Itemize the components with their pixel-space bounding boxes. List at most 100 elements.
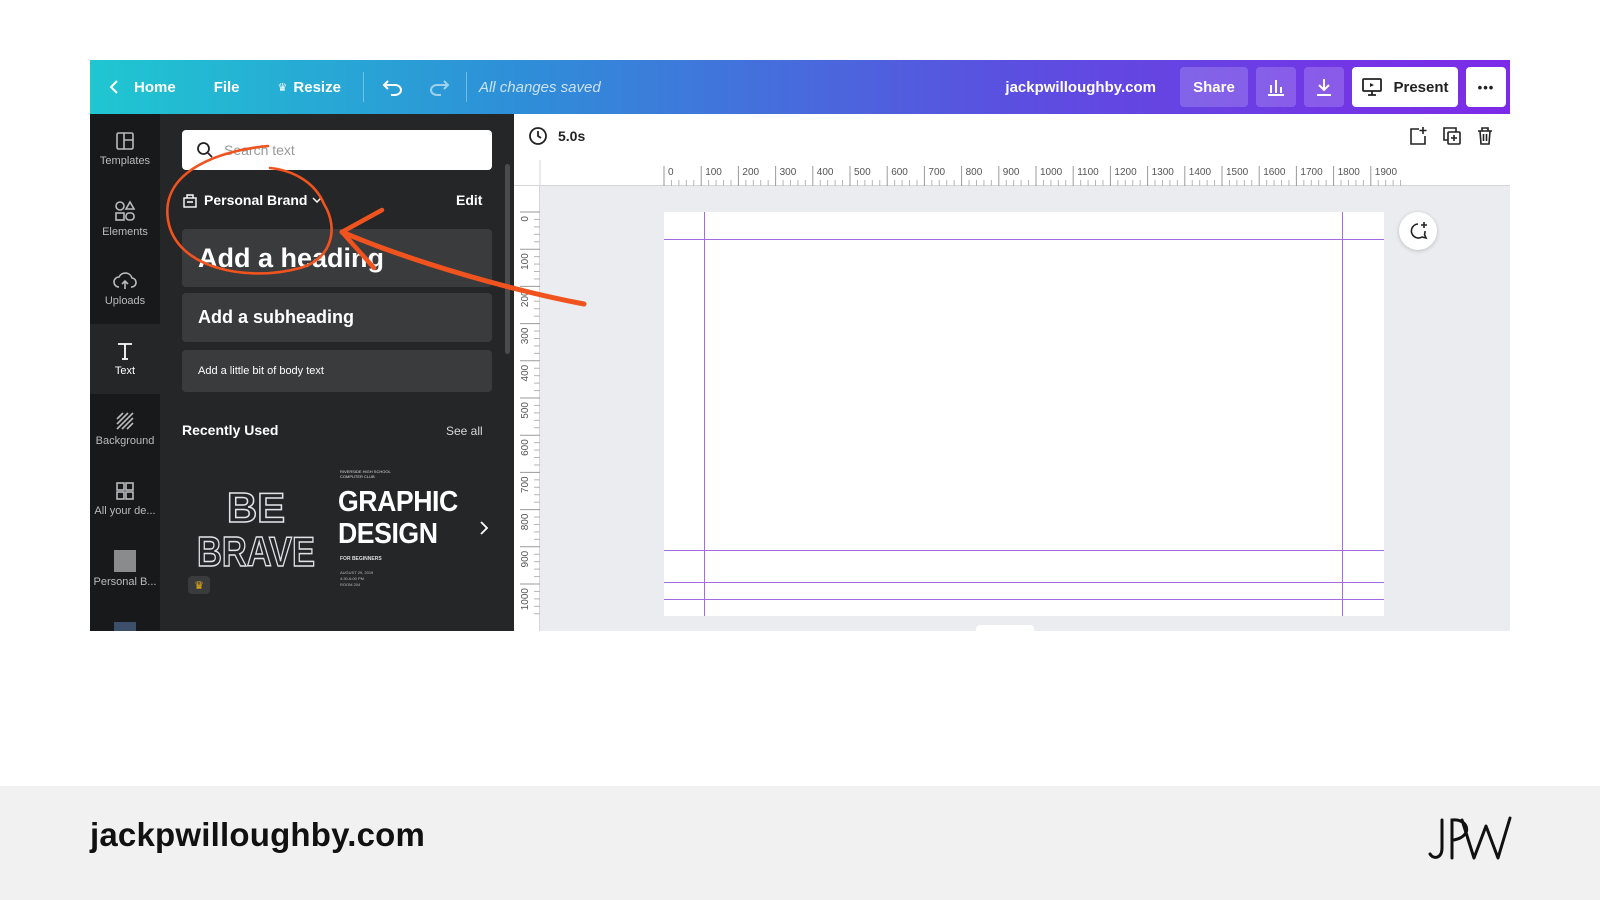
background-icon [116,412,134,430]
duration-label: 5.0s [558,128,586,144]
present-icon [1362,78,1383,96]
ruler-label: 500 [520,402,531,419]
see-all-link[interactable]: See all [446,424,483,438]
template-subtitle: FOR BEGINNERS [340,556,382,562]
slide-footer: jackpwilloughby.com [0,786,1600,900]
ruler-label: 1000 [520,588,531,611]
file-label: File [213,78,240,96]
ruler-label: 700 [520,476,531,493]
more-button[interactable]: ••• [1466,67,1506,107]
side-nav: Templates Elements Uploads Text Backgrou… [90,114,160,631]
redo-button[interactable] [428,60,450,114]
present-label: Present [1393,78,1449,96]
add-page-button[interactable] [1408,126,1428,151]
ruler-label: 0 [520,216,531,222]
ruler-label: 1600 [1263,167,1286,178]
home-label: Home [134,78,176,96]
ruler-label: 400 [520,364,531,381]
share-button[interactable]: Share [1180,67,1248,107]
edit-brand-button[interactable]: Edit [456,188,482,212]
recent-next-button[interactable] [476,516,492,540]
guide-line [1342,212,1343,616]
nav-text[interactable]: Text [90,324,160,394]
template-date: AUGUST 29, 2019 [340,570,374,575]
nav-label: Text [114,365,136,377]
guide-line [664,239,1384,240]
timing-button[interactable]: 5.0s [528,126,585,146]
nav-label: All your de... [94,505,156,517]
add-body-text-button[interactable]: Add a little bit of body text [182,350,492,392]
ruler-label: 1400 [1189,167,1212,178]
design-title[interactable]: jackpwilloughby.com [1005,60,1156,114]
add-subheading-button[interactable]: Add a subheading [182,293,492,342]
divider [362,72,364,102]
guide-line [704,212,705,616]
design-canvas[interactable] [664,212,1384,616]
duplicate-page-button[interactable] [1442,126,1462,151]
ruler-label: 1000 [1040,167,1063,178]
footer-website: jackpwilloughby.com [90,816,426,853]
uploads-icon [113,272,137,289]
panel-scrollbar[interactable] [505,164,510,354]
ruler-label: 200 [520,290,531,307]
text-icon [118,343,132,360]
templates-icon [116,132,134,150]
add-page-icon [1410,127,1427,145]
chevron-left-icon [109,80,118,94]
add-comment-button[interactable] [1399,212,1437,250]
ruler-label: 300 [520,327,531,344]
guide-line [664,599,1384,600]
ruler-horizontal[interactable]: 0 100 200 300 400 500 600 700 800 900 1000 1100 1200… [514,160,1510,186]
search-input[interactable] [224,142,474,158]
nav-label: Templates [99,155,151,167]
search-box[interactable] [182,130,492,170]
duplicate-icon [1443,127,1461,145]
nav-background[interactable]: Background [90,394,160,464]
editor-area: 5.0s 0 100 200 300 400 500 600 700 800 900 1000 110… [514,114,1510,631]
brand-kit-selector[interactable]: Personal Brand [182,188,323,212]
ruler-label: 500 [854,167,871,178]
text-panel: Personal Brand Edit Add a heading Add a … [160,114,514,631]
slide: Home File ♛ Resize All changes saved jac… [0,0,1600,900]
recent-template-graphic-design[interactable]: RIVERSIDE HIGH SCHOOL COMPUTER CLUB GRAP… [338,464,458,594]
ruler-horizontal-scale: 0 100 200 300 400 500 600 700 800 900 1000 1100 1200… [539,160,1402,186]
nav-label: Personal B... [93,576,157,588]
top-bar: Home File ♛ Resize All changes saved jac… [90,60,1510,114]
nav-personal-brand[interactable]: Personal B... [90,534,160,604]
home-button[interactable]: Home [108,60,176,114]
ruler-label: 700 [928,167,945,178]
ruler-label: 800 [966,167,983,178]
ruler-vertical[interactable]: 0 100 200 300 400 500 600 700 800 900 1000 [514,186,540,631]
ruler-label: 100 [705,167,722,178]
jpw-logo-mark [1428,816,1512,860]
save-status: All changes saved [478,78,601,96]
canva-editor-window: Home File ♛ Resize All changes saved jac… [90,60,1510,631]
delete-page-button[interactable] [1476,126,1494,151]
ruler-label: 0 [668,167,674,178]
recent-template-be-brave[interactable]: BE BRAVE ♛ [182,464,332,594]
ruler-label: 600 [520,439,531,456]
download-button[interactable] [1304,67,1344,107]
nav-label: Uploads [104,295,146,307]
be-brave-preview: BE BRAVE [196,483,316,576]
nav-uploads[interactable]: Uploads [90,254,160,324]
add-heading-button[interactable]: Add a heading [182,229,492,287]
more-icon: ••• [1477,79,1495,95]
nav-all-designs[interactable]: All your de... [90,464,160,534]
canvas-scroll-indicator[interactable] [976,625,1034,631]
nav-elements[interactable]: Elements [90,184,160,254]
redo-icon [429,80,450,96]
ruler-label: 800 [520,513,531,530]
clock-icon [529,127,547,145]
undo-button[interactable] [382,60,404,114]
editor-toolbar: 5.0s [514,114,1510,160]
nav-label: Background [95,435,155,447]
ruler-label: 1900 [1375,167,1398,178]
present-button[interactable]: Present [1352,67,1458,107]
resize-button[interactable]: ♛ Resize [278,60,341,114]
nav-templates[interactable]: Templates [90,114,160,184]
insights-button[interactable] [1256,67,1296,107]
search-icon [197,142,213,158]
elements-icon [115,200,136,221]
file-menu-button[interactable]: File [214,60,240,114]
